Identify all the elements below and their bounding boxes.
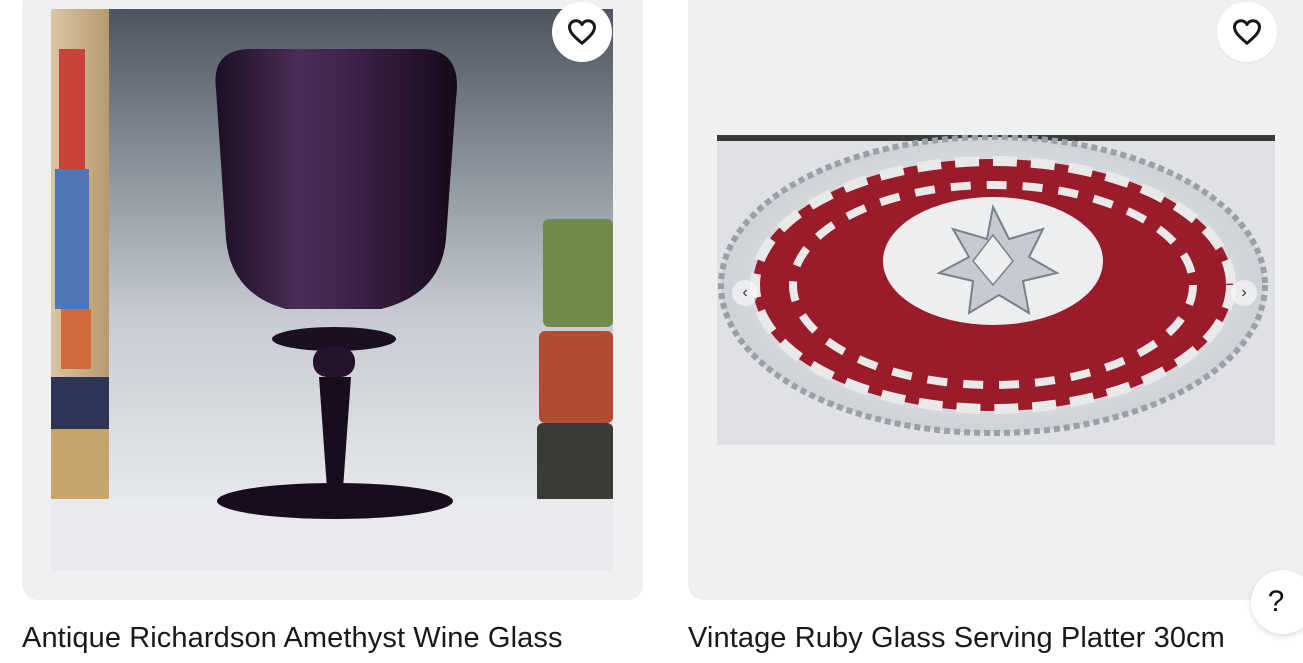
favorite-button[interactable] (552, 2, 612, 62)
help-button[interactable]: ? (1251, 570, 1303, 634)
listing-image-frame[interactable]: ‹ › (688, 0, 1303, 600)
listing-title[interactable]: Antique Richardson Amethyst Wine Glass (22, 622, 563, 655)
carousel-next-button[interactable]: › (1231, 280, 1257, 306)
heart-icon (568, 19, 596, 45)
help-icon: ? (1267, 585, 1285, 618)
heart-icon (1233, 19, 1261, 45)
listing-image-frame[interactable] (22, 0, 643, 600)
carousel-prev-button[interactable]: ‹ (732, 280, 758, 306)
listing-card[interactable]: Antique Richardson Amethyst Wine Glass (22, 0, 643, 654)
chevron-right-icon: › (1241, 284, 1247, 301)
listing-card[interactable]: ‹ › Vintage Ruby Glass Serving Platter 3… (688, 0, 1303, 654)
chevron-left-icon: ‹ (742, 284, 748, 301)
listing-image[interactable] (51, 9, 613, 571)
favorite-button[interactable] (1217, 2, 1277, 62)
listing-title[interactable]: Vintage Ruby Glass Serving Platter 30cm (688, 622, 1225, 655)
listing-image[interactable] (717, 135, 1275, 445)
